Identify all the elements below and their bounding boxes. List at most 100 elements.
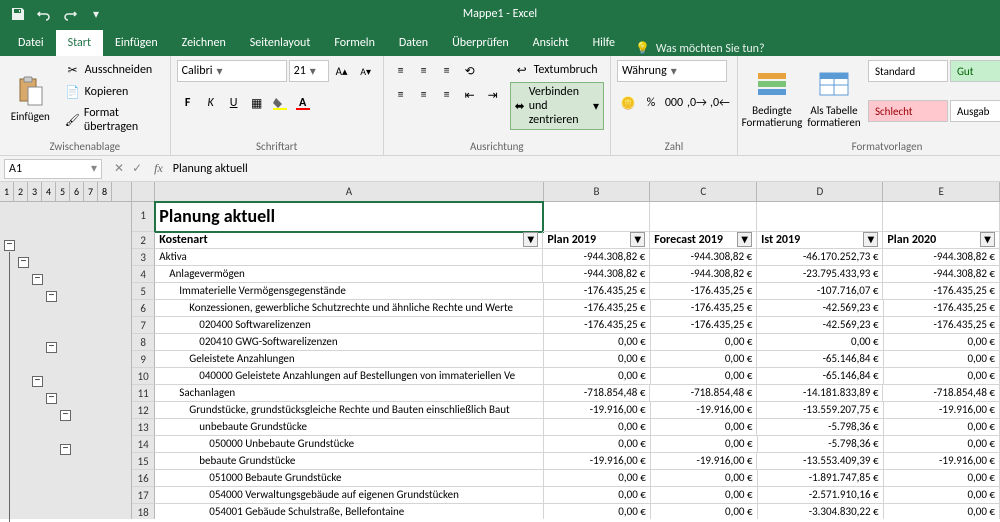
tellme[interactable]: 💡 Was möchten Sie tun? [635,41,765,56]
header-cell[interactable]: Kostenart▾ [155,232,543,249]
cell[interactable]: 0,00 € [884,334,1000,351]
fill-color-button[interactable] [269,92,291,114]
thousand-format-icon[interactable]: 000 [663,92,685,114]
tab-formulas[interactable]: Formeln [322,30,386,56]
italic-button[interactable]: K [200,92,222,114]
cell[interactable]: -14.181.833,89 € [757,385,883,402]
tab-file[interactable]: Datei [6,30,56,56]
cell[interactable]: -13.553.409,39 € [757,453,883,470]
cell[interactable]: -42.569,23 € [757,300,883,317]
cell[interactable]: -2.571.910,16 € [758,487,884,504]
cell[interactable]: 0,00 € [544,351,651,368]
cell[interactable]: -42.569,23 € [757,317,883,334]
outline-level-2[interactable]: 2 [14,182,28,201]
indent-increase-icon[interactable]: ⇥ [482,84,504,106]
cell[interactable]: 020400 Softwarelizenzen [155,317,544,334]
name-box[interactable]: A1▾ [4,159,102,179]
outline-collapse[interactable]: − [60,444,71,455]
percent-format-icon[interactable]: % [640,92,662,114]
col-header-c[interactable]: C [650,182,757,201]
wrap-text-button[interactable]: ↩Textumbruch [510,60,604,80]
cell[interactable]: -176.435,25 € [884,317,1000,334]
number-format-combo[interactable]: Währung▾ [617,60,727,82]
copy-button[interactable]: 📄Kopieren [61,82,164,102]
cell[interactable]: 054000 Verwaltungsgebäude auf eigenen Gr… [155,487,544,504]
cell[interactable]: unbebaute Grundstücke [155,419,544,436]
font-name-combo[interactable]: Calibri▾ [177,60,287,82]
filter-icon[interactable]: ▾ [863,232,878,247]
cell[interactable]: 0,00 € [651,487,758,504]
header-cell[interactable]: Plan 2020▾ [883,232,1000,249]
title-cell[interactable]: Planung aktuell [155,202,543,232]
filter-icon[interactable]: ▾ [630,232,645,247]
cell[interactable]: Sachanlagen [155,385,543,402]
cell[interactable]: Geleistete Anzahlungen [155,351,544,368]
outline-level-6[interactable]: 6 [70,182,84,201]
filter-icon[interactable]: ▾ [980,232,995,247]
border-button[interactable]: ▦ [246,92,268,114]
bold-button[interactable]: F [177,92,199,114]
cell[interactable]: -65.146,84 € [757,368,883,385]
cell[interactable]: -23.795.433,93 € [757,266,883,283]
cell[interactable]: -718.854,48 € [883,385,1000,402]
cell[interactable]: 051000 Bebaute Grundstücke [155,470,544,487]
row-header[interactable]: 17 [132,487,155,504]
cell[interactable]: -176.435,25 € [651,317,758,334]
cell[interactable]: Immaterielle Vermögensgegenstände [155,283,543,300]
outline-collapse[interactable]: − [18,257,29,268]
style-standard[interactable]: Standard [868,60,948,82]
tab-view[interactable]: Ansicht [521,30,581,56]
tab-home[interactable]: Start [56,30,103,56]
cell[interactable]: 0,00 € [884,504,1000,519]
outline-collapse[interactable]: − [60,410,71,421]
select-all-corner[interactable] [132,182,155,201]
col-header-b[interactable]: B [544,182,651,201]
row-header[interactable]: 7 [132,317,155,334]
cell[interactable]: 0,00 € [651,436,758,453]
header-cell[interactable]: Ist 2019▾ [757,232,883,249]
outline-collapse[interactable]: − [32,274,43,285]
cell[interactable]: 0,00 € [884,368,1000,385]
row-header[interactable]: 5 [132,283,155,300]
merge-center-button[interactable]: ⬌Verbinden und zentrieren▾ [510,82,604,130]
cell[interactable]: 0,00 € [884,487,1000,504]
style-good[interactable]: Gut [950,60,1000,82]
cell[interactable]: bebaute Grundstücke [155,453,544,470]
cell[interactable]: -19.916,00 € [651,402,758,419]
cell[interactable]: -176.435,25 € [884,300,1000,317]
cell[interactable]: -176.435,25 € [650,283,757,300]
cell[interactable]: Grundstücke, grundstücksgleiche Rechte u… [155,402,544,419]
cell[interactable]: 054001 Gebäude Schulstraße, Bellefontain… [155,504,544,519]
cell[interactable]: 040000 Geleistete Anzahlungen auf Bestel… [155,368,544,385]
conditional-format-button[interactable]: Bedingte Formatierung [744,60,800,138]
outline-collapse[interactable]: − [46,393,57,404]
cell[interactable]: 0,00 € [544,504,651,519]
outline-collapse[interactable]: − [4,240,15,251]
align-left-icon[interactable]: ≡ [390,84,412,106]
cancel-formula-icon[interactable]: ✕ [114,161,124,176]
tab-layout[interactable]: Seitenlayout [238,30,323,56]
indent-decrease-icon[interactable]: ⇤ [459,84,481,106]
accounting-format-icon[interactable]: 🪙 [617,92,639,114]
cell[interactable]: -944.308,82 € [650,266,757,283]
tab-help[interactable]: Hilfe [581,30,627,56]
undo-icon[interactable] [32,2,56,26]
style-output[interactable]: Ausgab [950,100,1000,122]
cell[interactable]: -944.308,82 € [650,249,757,266]
row-header[interactable]: 12 [132,402,155,419]
cell[interactable]: 0,00 € [884,436,1000,453]
row-header[interactable]: 18 [132,504,155,519]
align-bottom-icon[interactable]: ≡ [436,60,458,82]
decrease-font-icon[interactable]: A▾ [355,60,377,82]
cell[interactable]: -65.146,84 € [757,351,883,368]
cell[interactable]: 0,00 € [544,334,651,351]
cell[interactable]: Konzessionen, gewerbliche Schutzrechte u… [155,300,544,317]
col-header-a[interactable]: A [155,182,543,201]
col-header-e[interactable]: E [883,182,1000,201]
increase-decimal-icon[interactable]: ,0→ [686,92,708,114]
font-color-button[interactable]: A [292,92,314,114]
outline-level-8[interactable]: 8 [98,182,112,201]
row-header[interactable]: 10 [132,368,155,385]
align-center-icon[interactable]: ≡ [413,84,435,106]
tab-data[interactable]: Daten [387,30,440,56]
